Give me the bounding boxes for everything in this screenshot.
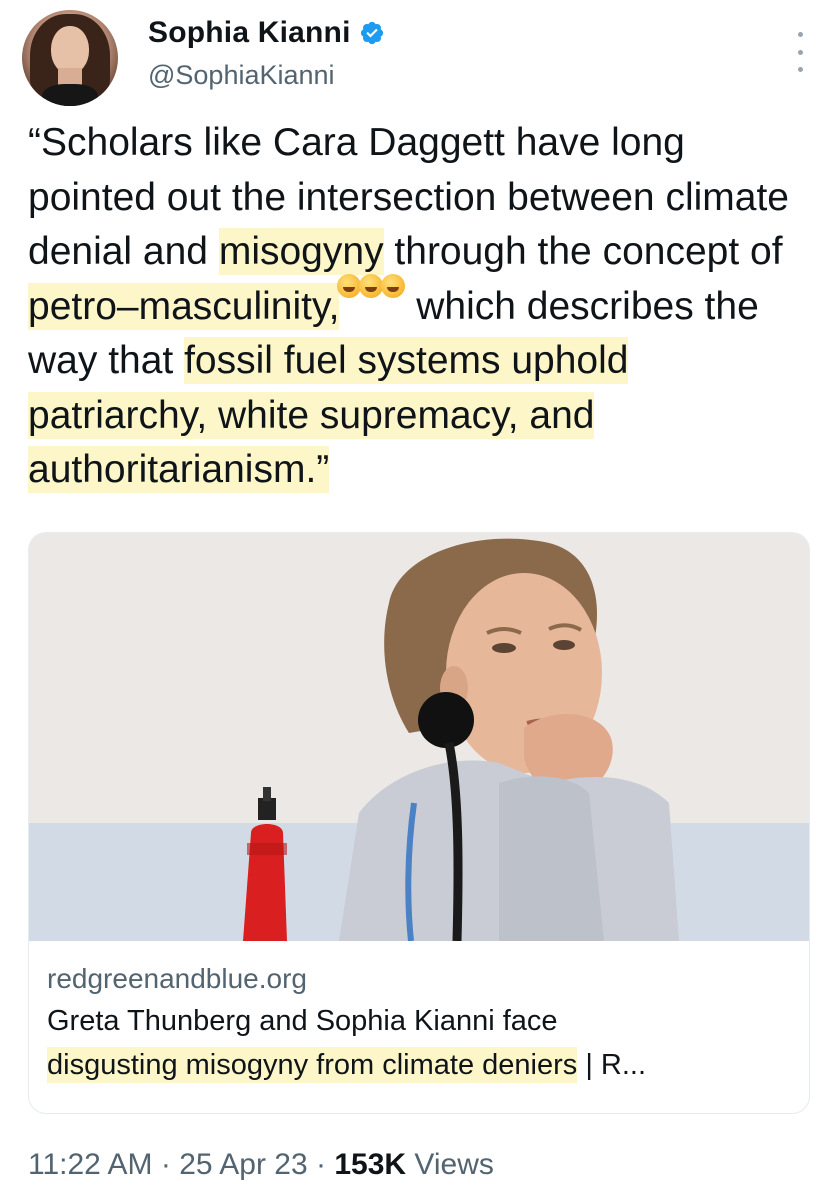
card-title[interactable]: Greta Thunberg and Sophia Kianni face di…: [47, 999, 797, 1087]
handle[interactable]: @SophiaKianni: [148, 60, 335, 91]
verified-badge-icon: [360, 21, 383, 45]
tweet-header: Sophia Kianni @SophiaKianni: [22, 8, 812, 108]
card-meta: redgreenandblue.org Greta Thunberg and S…: [47, 961, 797, 1087]
display-name[interactable]: Sophia Kianni: [148, 16, 351, 50]
display-name-row[interactable]: Sophia Kianni: [148, 16, 385, 50]
card-title-text: Greta Thunberg and Sophia Kianni face: [47, 1005, 558, 1037]
views-label: Views: [414, 1148, 494, 1181]
separator: ·: [160, 1148, 171, 1181]
highlighted-text: petro–masculinity,: [28, 282, 340, 330]
card-title-tail: | R...: [577, 1049, 647, 1081]
card-domain[interactable]: redgreenandblue.org: [47, 961, 797, 997]
tweet-date[interactable]: 25 Apr 23: [179, 1148, 307, 1181]
highlighted-text: misogyny: [218, 228, 384, 275]
tweet-text: “Scholars like Cara Daggett have long po…: [28, 116, 808, 498]
card-title-highlight: disgusting misogyny from climate deniers: [47, 1047, 578, 1083]
card-photo: [29, 533, 809, 941]
tweet-time[interactable]: 11:22 AM: [28, 1148, 153, 1181]
separator: ·: [316, 1148, 326, 1181]
tweet-footer: 11:22 AM · 25 Apr 23 · 153K Views: [28, 1148, 494, 1182]
laughing-emoji-icon: [337, 273, 406, 328]
tweet-text-segment: through the concept of: [383, 230, 783, 273]
views-count[interactable]: 153K: [334, 1148, 406, 1181]
card-image[interactable]: [29, 533, 809, 941]
link-preview-card[interactable]: redgreenandblue.org Greta Thunberg and S…: [28, 532, 810, 1114]
more-vertical-icon[interactable]: [796, 32, 804, 72]
avatar[interactable]: [22, 10, 118, 106]
